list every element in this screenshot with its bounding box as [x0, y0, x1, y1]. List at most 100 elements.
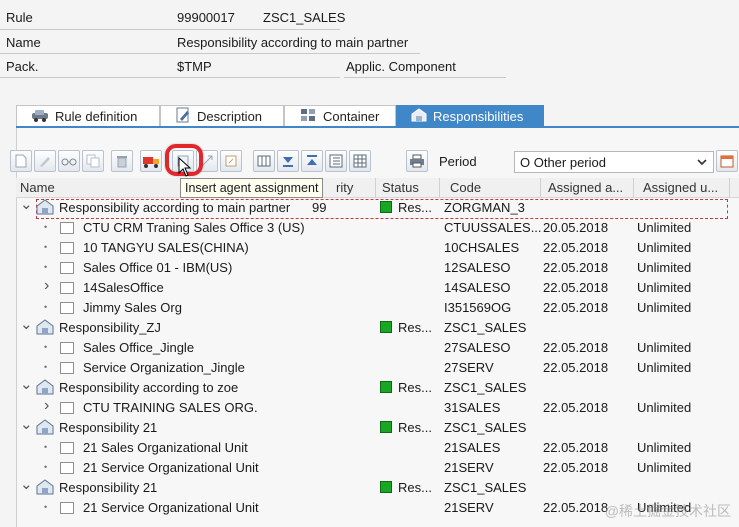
tab-label: Rule definition [55, 109, 138, 124]
row-code: ZSC1_SALES [444, 480, 527, 495]
divider [0, 29, 172, 30]
expand-icon[interactable] [277, 150, 299, 172]
pack-value: $TMP [177, 59, 212, 74]
org-unit-row[interactable]: • Jimmy Sales Org I351569OG 22.05.2018 Unlim… [16, 298, 739, 318]
tab-label: Container [323, 109, 380, 124]
list-icon[interactable] [325, 150, 347, 172]
row-assigned-from: 22.05.2018 [543, 260, 609, 275]
new-icon[interactable] [10, 150, 32, 172]
org-unit-row[interactable]: • CTU CRM Traning Sales Office 3 (US) CTUU… [16, 218, 739, 238]
bullet-icon: • [44, 502, 48, 512]
print-icon[interactable] [406, 150, 428, 172]
divider [172, 53, 420, 54]
org-unit-row[interactable]: › CTU TRAINING SALES ORG. 31SALES 22.05.201… [16, 397, 739, 418]
responsibility-icon [36, 319, 54, 338]
collapse-node-icon[interactable]: ⌄ [20, 475, 33, 493]
row-name: Responsibility 21 [59, 420, 158, 435]
row-code: 31SALES [444, 400, 501, 415]
responsibility-row[interactable]: ⌄ Responsibility 21 Res... ZSC1_SALES [16, 475, 739, 498]
org-unit-row[interactable]: • Sales Office_Jingle 27SALESO 22.05.2018 Un… [16, 338, 739, 358]
mouse-cursor-icon [178, 156, 192, 180]
org-unit-row[interactable]: • 21 Sales Organizational Unit 21SALES 22.0… [16, 438, 739, 458]
column-separator[interactable] [439, 178, 440, 198]
responsibility-row[interactable]: ⌄ Responsibility according to main partne… [16, 195, 739, 218]
row-name: Responsibility according to zoe [59, 380, 239, 395]
row-code: 27SALESO [444, 340, 511, 355]
applic-component-label: Applic. Component [346, 59, 456, 74]
edit-icon[interactable] [34, 150, 56, 172]
row-name: 14SalesOffice [83, 280, 164, 295]
collapse-node-icon[interactable]: ⌄ [20, 415, 33, 433]
bullet-icon: • [44, 442, 48, 452]
collapse-node-icon[interactable]: ⌄ [20, 375, 33, 393]
column-separator[interactable] [375, 178, 376, 198]
responsibility-row[interactable]: ⌄ Responsibility_ZJ Res... ZSC1_SALES [16, 315, 739, 338]
collapse-icon[interactable] [301, 150, 323, 172]
row-assigned-until: Unlimited [637, 360, 692, 375]
grid-icon[interactable] [349, 150, 371, 172]
org-unit-row[interactable]: › 14SalesOffice 14SALESO 22.05.2018 Unlimite… [16, 277, 739, 298]
bullet-icon: • [44, 242, 48, 252]
bullet-icon: • [44, 342, 48, 352]
tab-responsibilities[interactable]: Responsibilities [396, 105, 544, 127]
tab-container[interactable]: Container [284, 105, 396, 127]
divider [0, 53, 172, 54]
row-name: Sales Office_Jingle [83, 340, 195, 355]
status-green-icon [380, 381, 392, 393]
name-value: Responsibility according to main partner [177, 35, 409, 50]
zoom-icon[interactable] [220, 150, 242, 172]
expand-node-icon[interactable]: › [44, 397, 49, 415]
period-select[interactable]: O Other period [514, 151, 714, 173]
status-green-icon [380, 201, 392, 213]
org-unit-icon [60, 302, 74, 314]
row-code: 12SALESO [444, 260, 511, 275]
column-separator[interactable] [540, 178, 541, 198]
column-separator[interactable] [729, 178, 730, 198]
truck-icon[interactable] [140, 150, 162, 172]
collapse-node-icon[interactable]: ⌄ [20, 315, 33, 333]
watermark: @稀土掘金技术社区 [604, 503, 731, 519]
row-assigned-from: 22.05.2018 [543, 280, 609, 295]
column-separator[interactable] [633, 178, 634, 198]
tab-rule-definition[interactable]: Rule definition [16, 105, 160, 127]
bullet-icon: • [44, 222, 48, 232]
org-unit-row[interactable]: • Service Organization_Jingle 27SERV 22.05.… [16, 358, 739, 378]
column-assigned-until[interactable]: Assigned u... [643, 180, 718, 195]
tab-description[interactable]: Description [160, 105, 284, 127]
tab-label: Description [197, 109, 263, 124]
row-status: Res... [398, 420, 432, 435]
expand-node-icon[interactable]: › [44, 277, 49, 295]
row-name: CTU CRM Traning Sales Office 3 (US) [83, 220, 305, 235]
column-header-row: Name rity Status Code Assigned a... Assi… [16, 178, 739, 198]
row-code: ZORGMAN_3 [444, 200, 525, 215]
columns-icon[interactable] [253, 150, 275, 172]
delete-icon[interactable] [111, 150, 133, 172]
collapse-node-icon[interactable]: ⌄ [20, 195, 33, 213]
copy-icon[interactable] [82, 150, 104, 172]
org-unit-row[interactable]: • 10 TANGYU SALES(CHINA) 10CHSALES 22.05.20… [16, 238, 739, 258]
responsibility-row[interactable]: ⌄ Responsibility according to zoe Res... ZS… [16, 375, 739, 398]
column-status[interactable]: Status [382, 180, 419, 195]
column-assigned-from[interactable]: Assigned a... [548, 180, 623, 195]
chevron-down-icon [695, 155, 709, 172]
column-name[interactable]: Name [20, 180, 55, 195]
divider [172, 77, 340, 78]
divider [0, 77, 172, 78]
display-icon[interactable] [58, 150, 80, 172]
row-assigned-until: Unlimited [637, 280, 692, 295]
row-code: 14SALESO [444, 280, 511, 295]
org-unit-row[interactable]: • Sales Office 01 - IBM(US) 12SALESO 22.05.… [16, 258, 739, 278]
responsibility-icon [411, 108, 427, 125]
org-unit-row[interactable]: • 21 Service Organizational Unit 21SERV 22.… [16, 458, 739, 478]
column-code[interactable]: Code [450, 180, 481, 195]
row-assigned-until: Unlimited [637, 240, 692, 255]
column-priority[interactable]: rity [336, 180, 353, 195]
divider [172, 29, 340, 30]
calendar-icon[interactable] [716, 150, 738, 172]
row-assigned-until: Unlimited [637, 260, 692, 275]
row-assigned-until: Unlimited [637, 340, 692, 355]
row-name: Jimmy Sales Org [83, 300, 182, 315]
row-name: CTU TRAINING SALES ORG. [83, 400, 258, 415]
status-green-icon [380, 421, 392, 433]
responsibility-row[interactable]: ⌄ Responsibility 21 Res... ZSC1_SALES [16, 415, 739, 438]
